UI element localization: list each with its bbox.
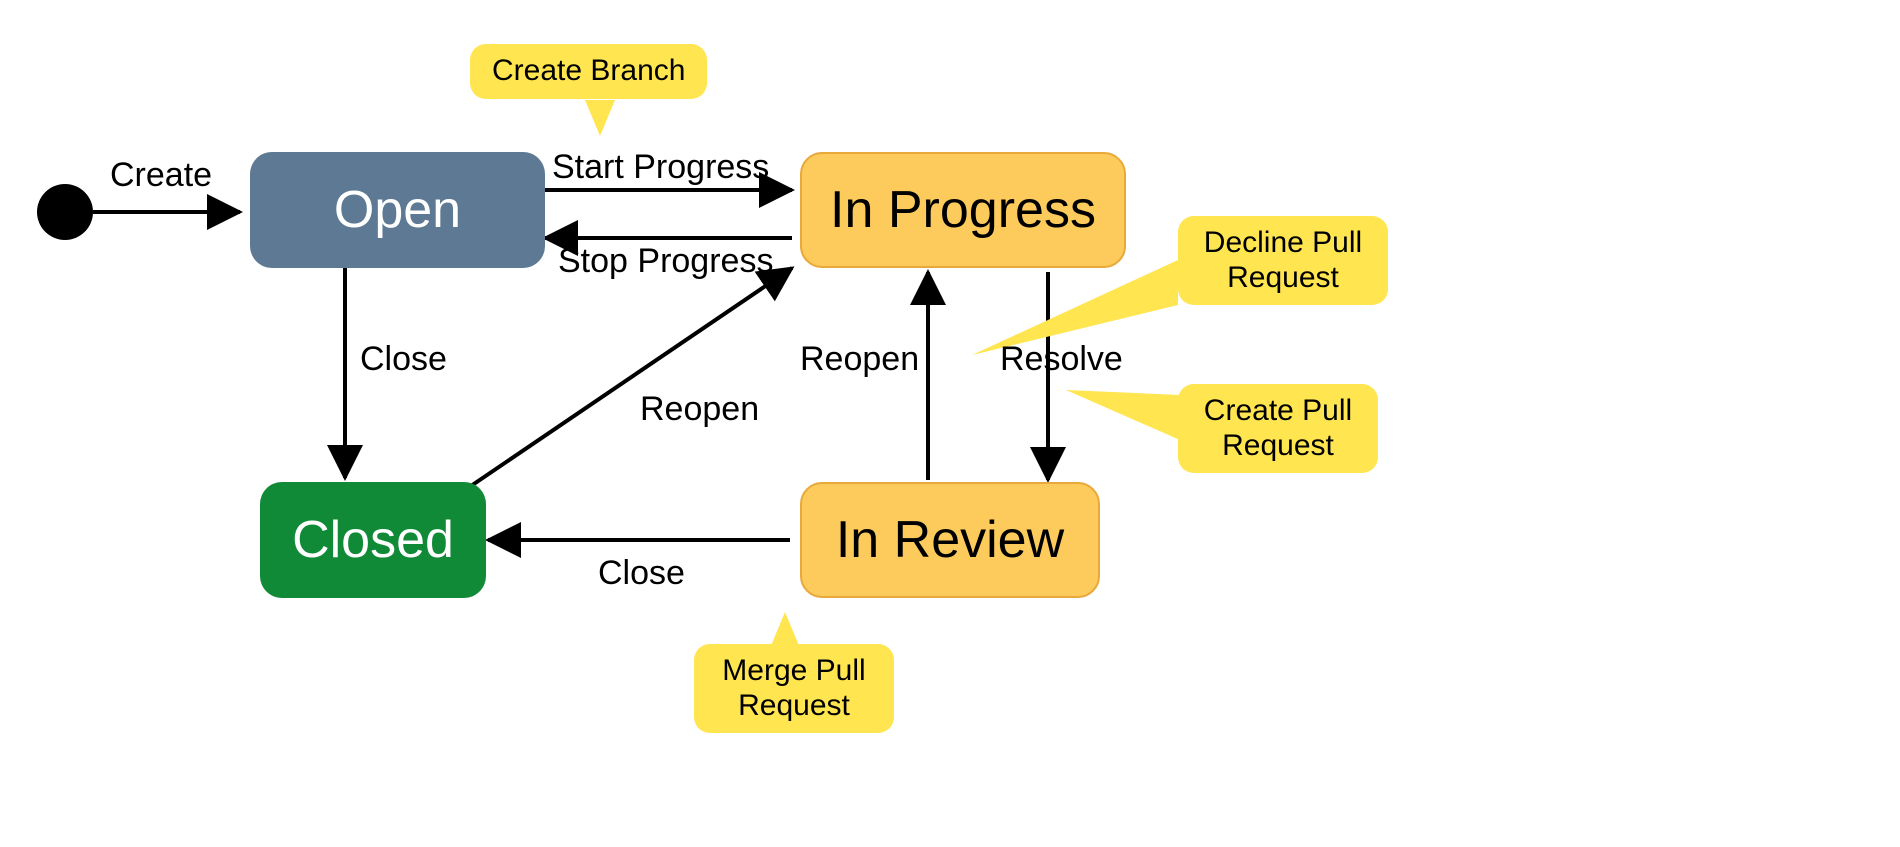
transition-close-review-label: Close: [598, 554, 685, 593]
note-merge-pr: Merge Pull Request: [694, 644, 894, 733]
transition-start-progress-label: Start Progress: [552, 148, 769, 187]
transition-resolve-label: Resolve: [1000, 340, 1123, 379]
note-create-pr-line2: Request: [1222, 429, 1334, 462]
note-decline-pr-line2: Request: [1227, 261, 1339, 294]
note-create-branch: Create Branch: [470, 44, 707, 99]
state-closed-label: Closed: [292, 510, 454, 570]
transition-reopen-review-label: Reopen: [800, 340, 919, 379]
transition-reopen-closed-label: Reopen: [640, 390, 759, 429]
state-open-label: Open: [334, 180, 461, 240]
initial-state-dot: [37, 184, 93, 240]
note-merge-pr-line1: Merge Pull: [722, 654, 865, 687]
state-closed: Closed: [260, 482, 486, 598]
note-create-pr: Create Pull Request: [1178, 384, 1378, 473]
note-create-branch-text: Create Branch: [492, 54, 685, 87]
note-merge-pr-line2: Request: [738, 689, 850, 722]
state-open: Open: [250, 152, 545, 268]
note-decline-pr: Decline Pull Request: [1178, 216, 1388, 305]
workflow-diagram: Open In Progress Closed In Review Create…: [0, 0, 1900, 847]
arrows-layer: [0, 0, 1900, 847]
note-decline-pr-line1: Decline Pull: [1204, 226, 1362, 259]
state-in-progress-label: In Progress: [830, 180, 1096, 240]
state-in-review: In Review: [800, 482, 1100, 598]
state-in-progress: In Progress: [800, 152, 1126, 268]
transition-close-label: Close: [360, 340, 447, 379]
transition-stop-progress-label: Stop Progress: [558, 242, 773, 281]
transition-create-label: Create: [110, 156, 212, 195]
state-in-review-label: In Review: [836, 510, 1064, 570]
note-create-pr-line1: Create Pull: [1204, 394, 1352, 427]
